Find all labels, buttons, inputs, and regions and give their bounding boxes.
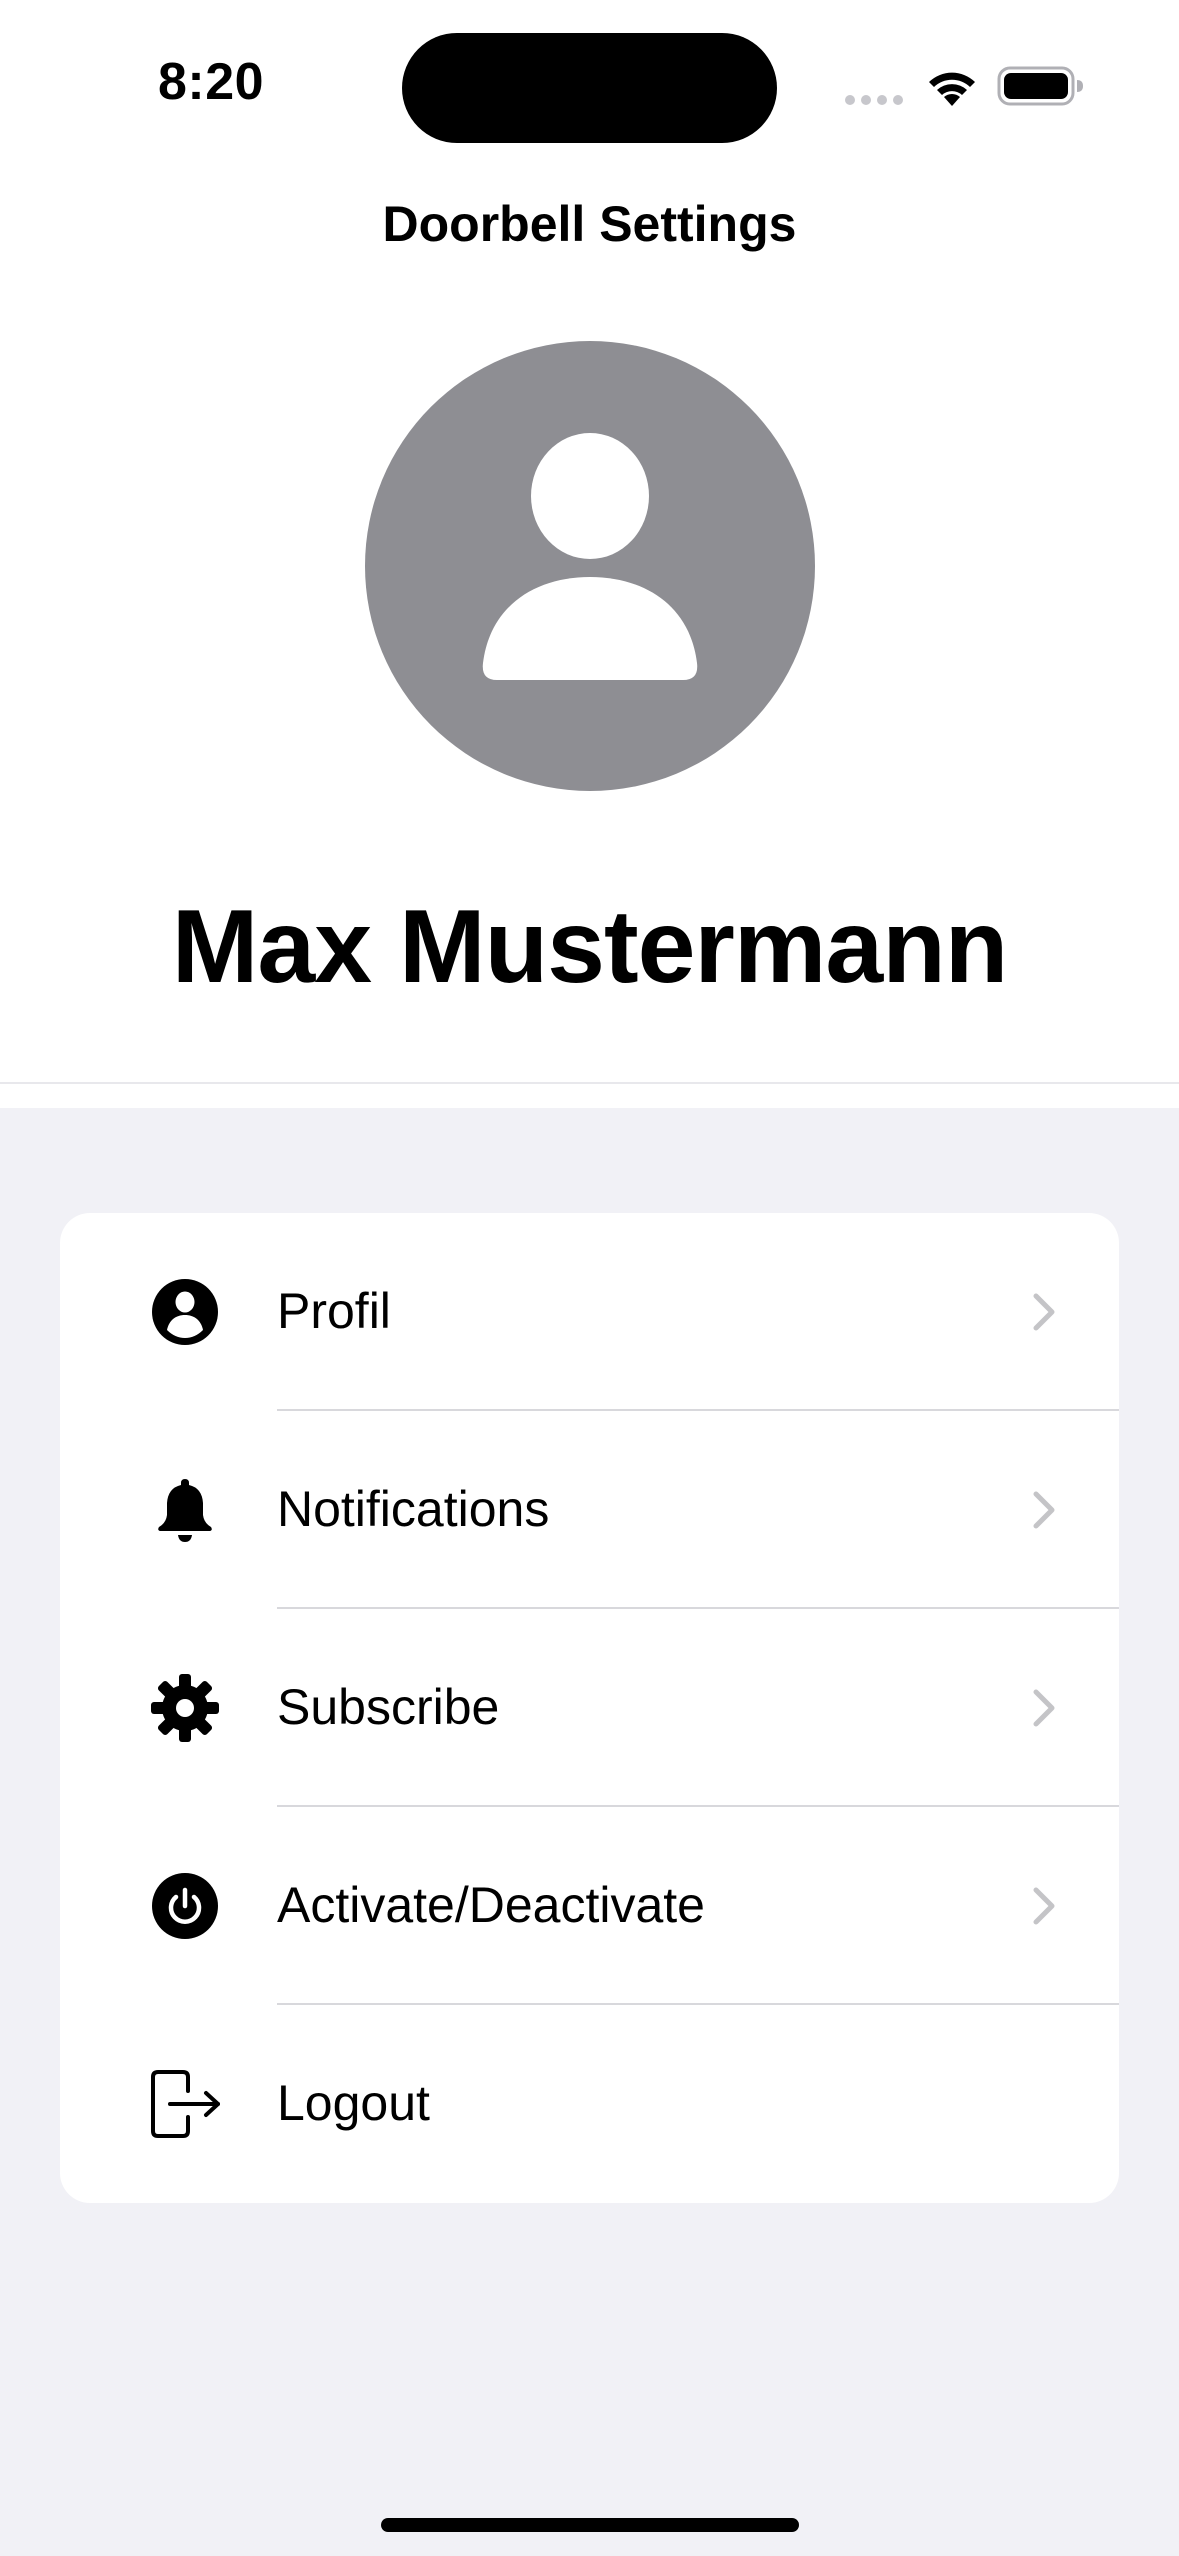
person-circle-icon [152, 1279, 218, 1345]
bell-icon [158, 1479, 212, 1542]
menu-item-label: Profil [277, 1283, 391, 1339]
status-time: 8:20 [158, 53, 265, 111]
status-icons [842, 62, 1083, 112]
page-title: Doorbell Settings [382, 196, 797, 252]
header-divider [0, 1082, 1179, 1084]
menu-item-logout[interactable]: Logout [60, 2005, 1119, 2203]
chevron-right-icon [1033, 1689, 1055, 1727]
menu-item-label: Logout [277, 2075, 430, 2131]
person-circle-icon [365, 341, 815, 791]
menu-item-label: Subscribe [277, 1679, 500, 1735]
doorbell-settings-screen: 8:20 Doorbell Settings Max Mustermann Pr… [0, 0, 1179, 2556]
dynamic-island [402, 33, 777, 143]
chevron-right-icon [1033, 1887, 1055, 1925]
avatar [365, 341, 815, 791]
home-indicator[interactable] [381, 2518, 799, 2532]
menu-item-profil[interactable]: Profil [60, 1213, 1119, 1411]
menu-item-label: Activate/Deactivate [277, 1877, 705, 1933]
menu-item-label: Notifications [277, 1481, 550, 1537]
gear-icon [151, 1674, 219, 1742]
menu-item-notifications[interactable]: Notifications [60, 1411, 1119, 1609]
wifi-icon [929, 72, 975, 106]
battery-icon [997, 66, 1083, 106]
user-name: Max Mustermann [171, 889, 1009, 1005]
menu-item-subscribe[interactable]: Subscribe [60, 1609, 1119, 1807]
settings-list: Profil Notifications Subscribe Activate/… [60, 1213, 1119, 2203]
chevron-right-icon [1033, 1491, 1055, 1529]
chevron-right-icon [1033, 1293, 1055, 1331]
menu-item-activate-deactivate[interactable]: Activate/Deactivate [60, 1807, 1119, 2005]
power-icon [152, 1873, 218, 1939]
logout-icon [151, 2070, 220, 2138]
